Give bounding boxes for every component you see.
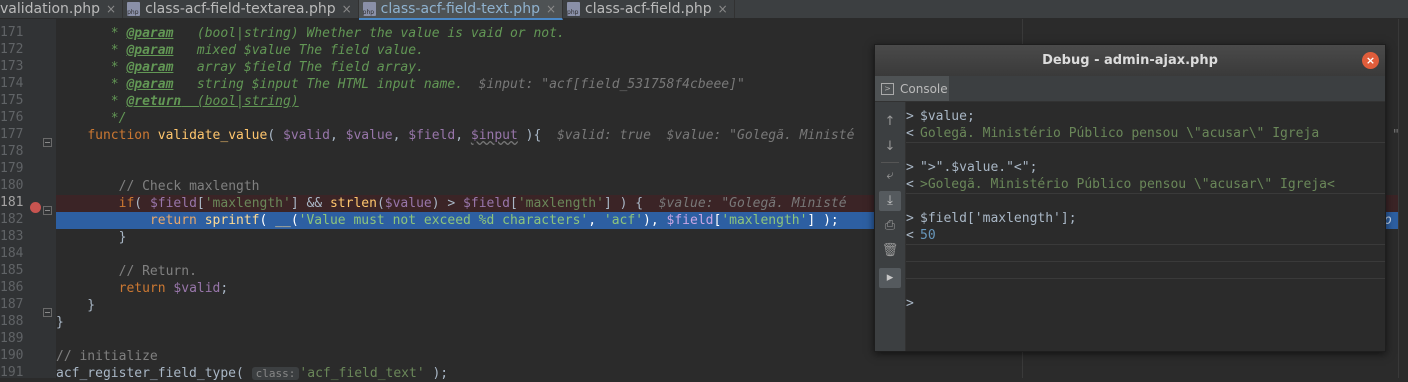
fold-icon[interactable]: [43, 308, 52, 317]
close-icon[interactable]: ×: [106, 2, 116, 16]
inline-debug-value: $input: "acf[field_531758f4cbeee]": [463, 77, 745, 92]
line-number: 184: [0, 246, 24, 261]
clear-all-icon[interactable]: 🗑: [879, 241, 901, 261]
line-number: 188: [0, 314, 24, 329]
fold-icon[interactable]: [43, 206, 52, 215]
line-number: 182: [0, 212, 24, 227]
code-text: );: [424, 366, 449, 381]
console-prompt-icon[interactable]: ▸: [879, 268, 901, 288]
parameter-hint: class:: [251, 367, 300, 380]
inline-debug-value: $value: "Golegã. Ministé: [643, 196, 847, 211]
php-file-icon: [127, 2, 141, 16]
editor-tab-bar: validation.php × class-acf-field-textare…: [0, 0, 1408, 20]
line-number: 190: [0, 348, 24, 363]
comment: // Return.: [118, 264, 197, 279]
tab-label: validation.php: [0, 1, 101, 17]
debug-window-titlebar[interactable]: Debug - admin-ajax.php ×: [875, 45, 1385, 76]
line-number: 185: [0, 263, 24, 278]
php-file-icon: [567, 2, 581, 16]
line-number: 189: [0, 331, 24, 346]
close-icon[interactable]: ×: [342, 2, 352, 16]
console-input-line: > $field['maxlength'];: [906, 211, 1077, 226]
code-line: * @param (bool|string) Whether the value…: [56, 26, 565, 41]
tab-label: class-acf-field.php: [585, 1, 712, 17]
php-file-icon: [362, 2, 376, 16]
function-name: validate_value: [157, 128, 268, 143]
tab-class-acf-field-textarea-php[interactable]: class-acf-field-textarea.php ×: [123, 0, 359, 18]
line-number-gutter[interactable]: 171 172 173 174 175 176 177 178 179 180 …: [0, 19, 56, 380]
console-icon: >: [881, 82, 894, 95]
toolbar-divider: [881, 162, 899, 163]
line-number: 180: [0, 178, 24, 193]
print-icon[interactable]: ⎙: [879, 216, 901, 236]
line-number: 183: [0, 229, 24, 244]
line-number: 176: [0, 110, 24, 125]
scroll-to-end-icon[interactable]: ⤓: [879, 191, 901, 211]
comment: // Check maxlength: [118, 179, 260, 194]
doc-text: string $input The HTML input name.: [173, 77, 464, 92]
close-icon[interactable]: ×: [546, 2, 556, 16]
string-literal: 'acf_field_text': [299, 366, 425, 381]
console-divider: [906, 193, 1385, 211]
function-call: acf_register_field_type(: [56, 366, 244, 381]
tab-label: Console: [900, 81, 948, 96]
close-icon[interactable]: ×: [1362, 52, 1379, 69]
console-toolbar: ↑ ↓ ⤶ ⤓ ⎙ 🗑 ▸: [875, 102, 906, 351]
line-number: 177: [0, 127, 24, 142]
doc-tag: @param: [126, 26, 174, 41]
console-divider: [906, 261, 1385, 279]
tab-label: class-acf-field-textarea.php: [145, 1, 336, 17]
doc-tag: @param: [126, 77, 174, 92]
line-number: 187: [0, 297, 24, 312]
line-number: 172: [0, 42, 24, 57]
console-output-line: < >Golegã. Ministério Público pensou \"ac…: [906, 177, 1335, 192]
history-down-icon[interactable]: ↓: [879, 137, 901, 157]
line-number: 171: [0, 25, 24, 40]
doc-text: mixed $value The field value.: [173, 43, 424, 58]
line-number: 174: [0, 76, 24, 91]
doc-text: (bool|string) Whether the value is vaid …: [173, 26, 565, 41]
console-input-line: > $value;: [906, 109, 975, 124]
console-divider: [906, 244, 1385, 262]
doc-tag: @param: [126, 43, 174, 58]
console-output[interactable]: > $value; < Golegã. Ministério Público pen…: [906, 102, 1385, 351]
debug-tab-bar: > Console: [875, 76, 1385, 102]
doc-tag: @return: [126, 94, 182, 109]
tab-console[interactable]: > Console: [875, 76, 949, 101]
doc-text: array $field The field array.: [173, 60, 424, 75]
breakpoint-icon[interactable]: [30, 202, 41, 213]
console-output-line: < Golegã. Ministério Público pensou \"acu…: [906, 126, 1320, 141]
doc-tag: @param: [126, 60, 174, 75]
console-output-line: <50: [906, 228, 936, 243]
inline-debug-value: $valid: true $value: "Golegã. Ministé: [541, 128, 855, 143]
close-icon[interactable]: ×: [718, 2, 728, 16]
console-prompt[interactable]: >: [906, 295, 1385, 312]
keyword: function: [87, 128, 150, 143]
console-input-line: > ">".$value."<";: [906, 160, 1038, 175]
line-number: 178: [0, 144, 24, 159]
line-number: 175: [0, 93, 24, 108]
soft-wrap-icon[interactable]: ⤶: [879, 166, 901, 186]
line-number: 173: [0, 59, 24, 74]
doc-text: (bool|string): [181, 94, 299, 109]
tab-class-acf-field-php[interactable]: class-acf-field.php ×: [563, 0, 735, 18]
history-up-icon[interactable]: ↑: [879, 112, 901, 132]
code-line: acf_register_field_type( class:'acf_fiel…: [56, 365, 1408, 382]
tab-validation-php[interactable]: validation.php ×: [0, 0, 124, 18]
comment: // initialize: [56, 349, 158, 364]
line-number: 181: [0, 195, 24, 210]
editor-scrollbar[interactable]: [1398, 19, 1408, 378]
tab-label: class-acf-field-text.php: [380, 1, 540, 17]
console-divider: [906, 278, 1385, 296]
line-number: 179: [0, 161, 24, 176]
fold-icon[interactable]: [43, 138, 52, 147]
tab-class-acf-field-text-php[interactable]: class-acf-field-text.php ×: [358, 0, 564, 20]
line-number: 186: [0, 280, 24, 295]
window-title: Debug - admin-ajax.php: [1042, 53, 1218, 68]
debug-window[interactable]: Debug - admin-ajax.php × > Console ↑ ↓ ⤶…: [874, 44, 1386, 352]
doc-comment-end: */: [110, 111, 127, 126]
console-divider: [906, 142, 1385, 160]
